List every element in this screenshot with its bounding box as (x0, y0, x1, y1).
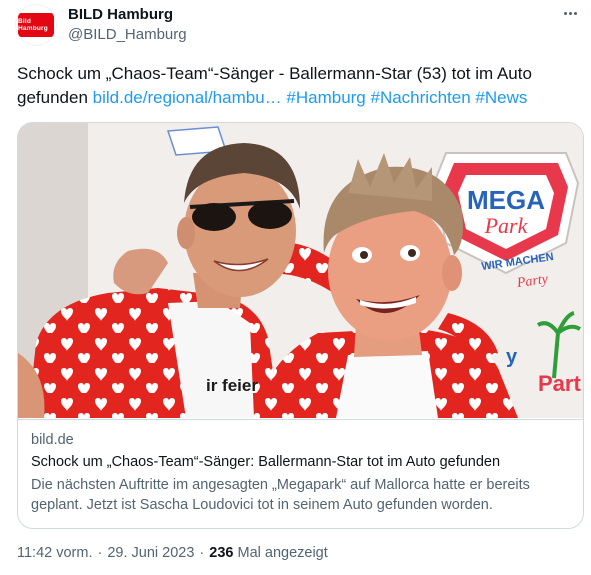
svg-text:y: y (506, 346, 518, 368)
card-description: Die nächsten Auftritte im angesagten „Me… (31, 477, 530, 513)
avatar[interactable]: Bild Hamburg (16, 5, 56, 45)
sign-part-text: Part (538, 371, 581, 396)
card-domain: bild.de (31, 432, 74, 448)
avatar-logo-text: Bild Hamburg (18, 18, 48, 32)
views-label: Mal angezeigt (237, 545, 328, 561)
bild-logo: Bild Hamburg (18, 13, 54, 37)
tweet[interactable]: Bild Hamburg BILD Hamburg @BILD_Hamburg … (0, 0, 591, 575)
tweet-time[interactable]: 11:42 vorm. (17, 545, 93, 561)
tweet-meta: 11:42 vorm. · 29. Juni 2023 · 236 Mal angeze… (17, 545, 328, 561)
hashtag-news[interactable]: #News (475, 88, 527, 107)
user-handle[interactable]: @BILD_Hamburg (68, 26, 187, 44)
shirt-text: ir feier (206, 376, 258, 395)
tweet-link[interactable]: bild.de/regional/hambu… (93, 88, 282, 107)
card-title: Schock um „Chaos-Team“-Sänger: Ballerman… (31, 454, 501, 470)
card-photo: MEGA Park WIR MACHEN Party Part y ir fei… (18, 123, 583, 418)
hashtag-nachrichten[interactable]: #Nachrichten (371, 88, 471, 107)
sign-park-text: Park (484, 213, 529, 238)
card-image[interactable]: MEGA Park WIR MACHEN Party Part y ir fei… (18, 123, 583, 418)
more-icon[interactable] (559, 4, 581, 22)
hashtag-hamburg[interactable]: #Hamburg (286, 88, 365, 107)
views-count: 236 (209, 545, 234, 561)
tweet-text: Schock um „Chaos-Team“-Sänger - Ballerma… (17, 62, 577, 110)
tweet-date[interactable]: 29. Juni 2023 (107, 545, 194, 561)
link-card[interactable]: MEGA Park WIR MACHEN Party Part y ir fei… (17, 122, 584, 529)
display-name[interactable]: BILD Hamburg (68, 6, 173, 24)
sign-mega-text: MEGA (467, 185, 545, 215)
card-body[interactable]: bild.de Schock um „Chaos-Team“-Sänger: B… (18, 419, 583, 528)
